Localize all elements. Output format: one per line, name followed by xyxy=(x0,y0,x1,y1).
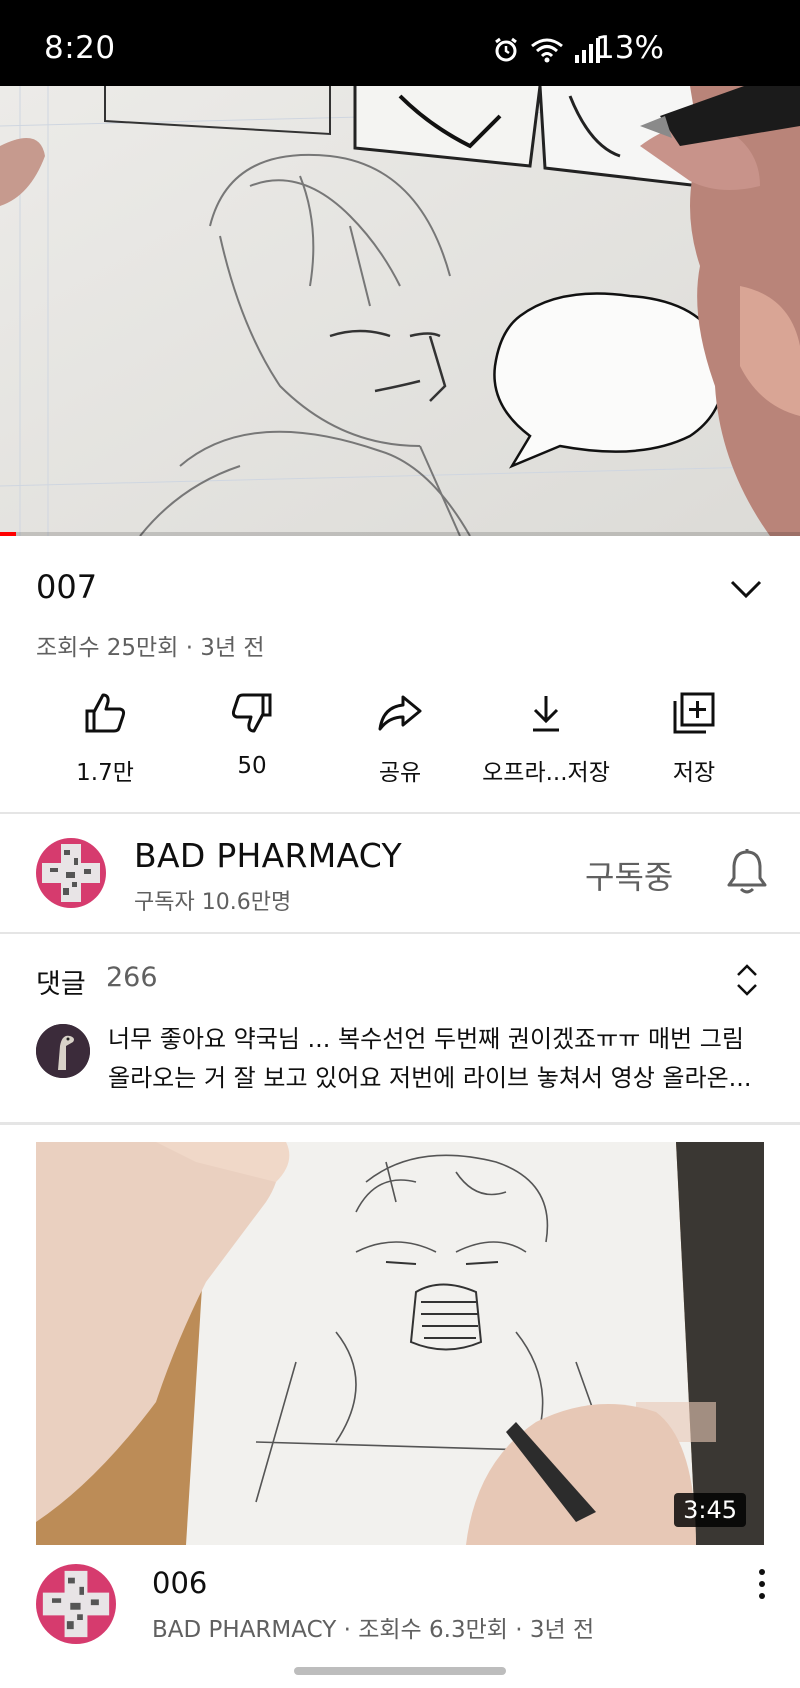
next-video-channel-avatar[interactable] xyxy=(36,1564,116,1644)
offline-save-button[interactable]: 오프라...저장 xyxy=(466,685,626,787)
save-button[interactable]: 저장 xyxy=(614,685,774,787)
share-label: 공유 xyxy=(378,760,422,786)
add-to-playlist-icon xyxy=(614,685,774,741)
download-icon xyxy=(466,685,626,741)
bell-icon[interactable] xyxy=(726,848,768,900)
video-duration: 3:45 xyxy=(674,1493,746,1527)
channel-name[interactable]: BAD PHARMACY xyxy=(134,836,402,875)
next-video-title[interactable]: 006 xyxy=(152,1566,207,1600)
video-title: 007 xyxy=(36,568,98,606)
divider xyxy=(0,932,800,934)
next-video-thumbnail[interactable]: 3:45 xyxy=(36,1142,764,1545)
share-icon xyxy=(320,685,480,741)
next-video-meta: BAD PHARMACY · 조회수 6.3만회 · 3년 전 xyxy=(152,1617,595,1643)
chevron-down-icon[interactable] xyxy=(728,574,764,604)
status-bar: 8:20 13% xyxy=(0,0,800,86)
video-meta[interactable]: 조회수 25만회 · 3년 전 xyxy=(36,628,265,662)
divider xyxy=(0,812,800,814)
save-label: 저장 xyxy=(672,760,716,786)
more-vert-icon[interactable] xyxy=(752,1566,772,1606)
comments-label[interactable]: 댓글 xyxy=(36,962,86,1001)
alarm-icon xyxy=(492,36,520,68)
battery-percent: 13% xyxy=(595,30,664,66)
progress-bar[interactable] xyxy=(0,532,800,536)
subscribed-button[interactable]: 구독중 xyxy=(585,852,673,898)
video-frame xyxy=(0,86,800,536)
video-player[interactable] xyxy=(0,86,800,536)
thumbs-up-icon xyxy=(25,685,185,741)
thumbs-down-icon xyxy=(172,685,332,741)
top-comment[interactable]: 너무 좋아요 약국님 ... 복수선언 두번째 권이겠죠ㅠㅠ 매번 그림 올라오… xyxy=(108,1020,758,1098)
dislike-button[interactable]: 50 xyxy=(172,685,332,779)
like-button[interactable]: 1.7만 xyxy=(25,685,185,787)
comments-count: 266 xyxy=(106,962,158,993)
action-bar: 1.7만 50 공유 오프라...저장 저장 xyxy=(0,685,800,795)
wifi-icon xyxy=(530,36,564,68)
thumbnail-image xyxy=(36,1142,764,1545)
status-time: 8:20 xyxy=(44,30,116,66)
expand-collapse-icon[interactable] xyxy=(734,962,760,1002)
progress-fill xyxy=(0,532,16,536)
divider xyxy=(0,1122,800,1125)
channel-avatar[interactable] xyxy=(36,838,106,908)
dislike-count: 50 xyxy=(237,753,267,779)
status-icons xyxy=(492,36,600,68)
subscriber-count: 구독자 10.6만명 xyxy=(134,890,292,915)
like-count: 1.7만 xyxy=(76,760,134,786)
commenter-avatar[interactable] xyxy=(36,1024,90,1078)
gesture-nav-handle[interactable] xyxy=(294,1667,506,1675)
share-button[interactable]: 공유 xyxy=(320,685,480,787)
offline-save-label: 오프라...저장 xyxy=(482,760,610,786)
